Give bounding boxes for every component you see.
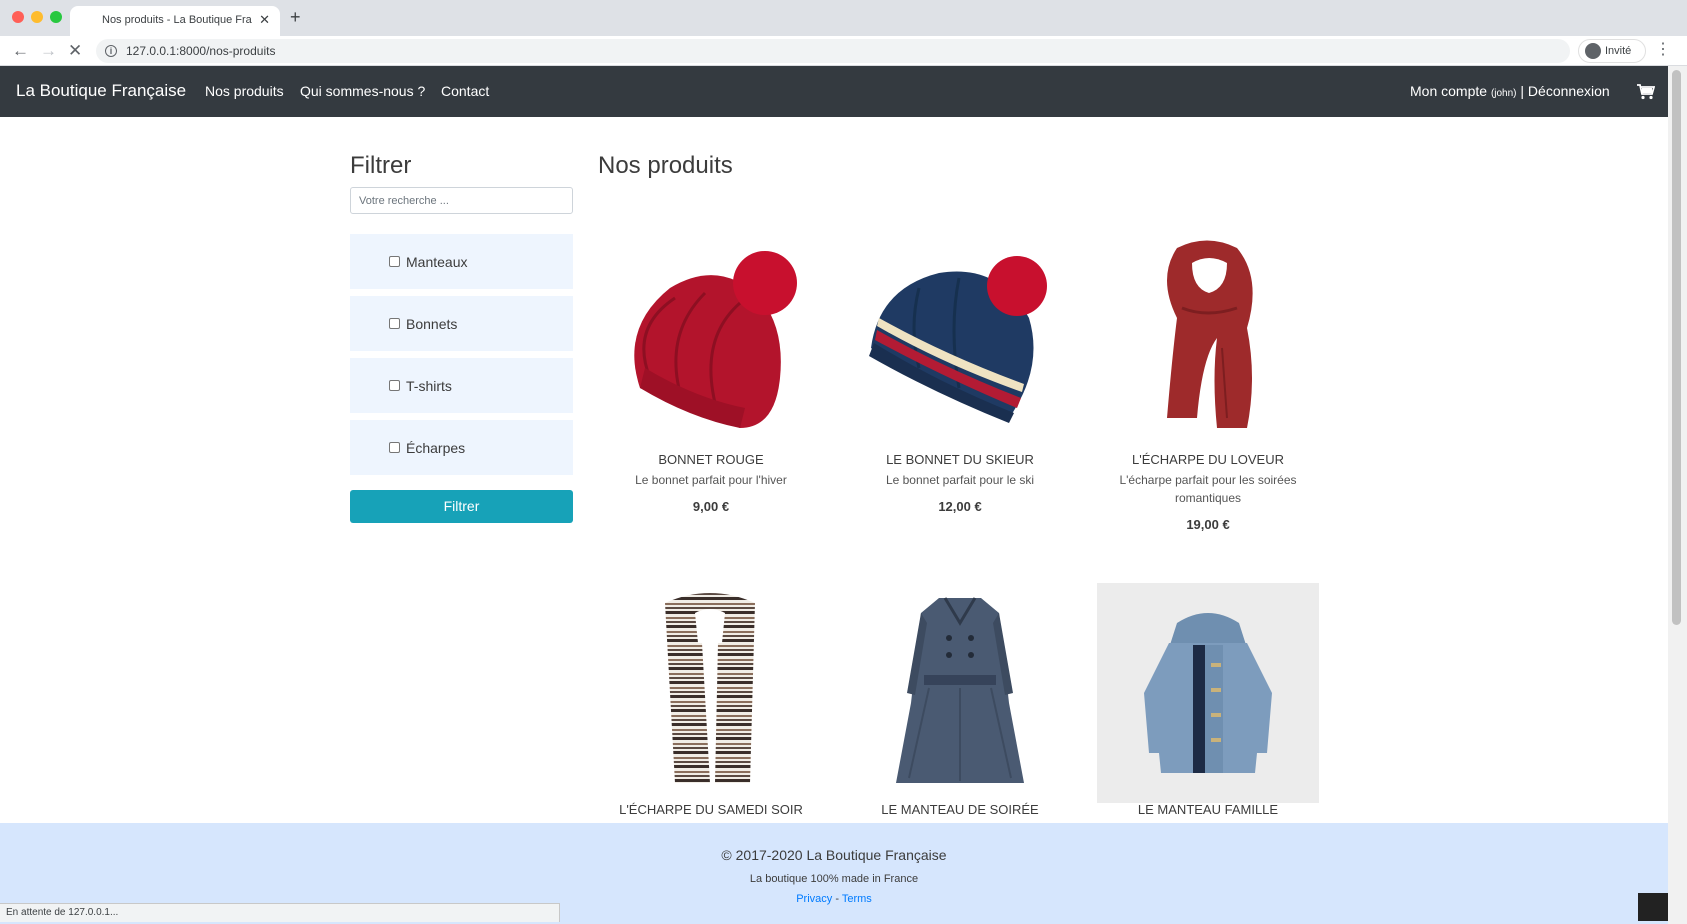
- nav-link-contact[interactable]: Contact: [441, 83, 489, 99]
- site-brand[interactable]: La Boutique Française: [16, 81, 186, 101]
- footer-copyright: © 2017-2020 La Boutique Française: [721, 847, 947, 863]
- new-tab-icon[interactable]: +: [290, 7, 301, 28]
- privacy-link[interactable]: Privacy: [796, 893, 832, 905]
- product-image-striped-scarf[interactable]: [600, 583, 822, 803]
- filter-button[interactable]: Filtrer: [350, 490, 573, 523]
- video-watermark-logo: [1638, 893, 1668, 921]
- account-link[interactable]: Mon compte: [1410, 83, 1487, 99]
- tab-title: Nos produits - La Boutique Fra: [102, 14, 252, 26]
- logout-link[interactable]: | Déconnexion: [1520, 83, 1609, 99]
- product-description: L'écharpe parfait pour les soirées roman…: [1119, 473, 1297, 505]
- page-scrollbar-thumb[interactable]: [1672, 70, 1681, 625]
- category-item-bonnets: Bonnets: [350, 296, 573, 351]
- stop-loading-icon[interactable]: ✕: [68, 41, 82, 61]
- product-name[interactable]: L'ÉCHARPE DU LOVEUR: [1097, 452, 1319, 467]
- category-label[interactable]: T-shirts: [406, 378, 452, 394]
- url-text[interactable]: 127.0.0.1:8000/nos-produits: [126, 44, 275, 58]
- footer-tagline: La boutique 100% made in France: [749, 873, 919, 885]
- product-image-family-coat[interactable]: [1097, 583, 1319, 803]
- close-window-button[interactable]: [12, 11, 24, 23]
- browser-tab-strip: Nos produits - La Boutique Fra ✕ +: [0, 0, 1687, 36]
- profile-avatar-icon: [1585, 43, 1601, 59]
- page-title: Nos produits: [598, 152, 733, 179]
- category-checkbox[interactable]: [389, 380, 400, 391]
- product-image-ski-beanie[interactable]: [849, 218, 1071, 438]
- product-name[interactable]: LE MANTEAU DE SOIRÉE: [849, 802, 1071, 817]
- product-image-red-scarf[interactable]: [1097, 218, 1319, 438]
- profile-label: Invité: [1605, 45, 1632, 57]
- category-label[interactable]: Bonnets: [406, 316, 457, 332]
- category-label[interactable]: Écharpes: [406, 440, 465, 456]
- category-label[interactable]: Manteaux: [406, 254, 467, 270]
- category-item-manteaux: Manteaux: [350, 234, 573, 289]
- terms-link[interactable]: Terms: [842, 893, 872, 905]
- cart-icon[interactable]: [1637, 84, 1655, 100]
- address-bar[interactable]: i 127.0.0.1:8000/nos-produits: [96, 39, 1570, 63]
- site-navbar: La Boutique Française Nos produits Qui s…: [0, 66, 1668, 117]
- back-arrow-icon[interactable]: ←: [12, 41, 29, 61]
- product-price: 19,00 €: [1186, 517, 1230, 532]
- browser-menu-icon[interactable]: ⋮: [1655, 41, 1671, 59]
- product-name[interactable]: L'ÉCHARPE DU SAMEDI SOIR: [600, 802, 822, 817]
- nav-link-about[interactable]: Qui sommes-nous ?: [300, 83, 425, 99]
- nav-link-products[interactable]: Nos produits: [205, 83, 284, 99]
- browser-status-bar: En attente de 127.0.0.1...: [0, 903, 560, 922]
- product-description: Le bonnet parfait pour le ski: [885, 473, 1035, 487]
- profile-button[interactable]: Invité: [1578, 39, 1646, 63]
- product-price: 12,00 €: [938, 499, 982, 514]
- category-checkbox[interactable]: [389, 318, 400, 329]
- product-image-evening-coat[interactable]: [849, 583, 1071, 803]
- account-username: (john): [1490, 88, 1517, 99]
- info-icon[interactable]: i: [105, 45, 117, 57]
- product-name[interactable]: BONNET ROUGE: [600, 452, 822, 467]
- category-item-tshirts: T-shirts: [350, 358, 573, 413]
- category-checkbox[interactable]: [389, 442, 400, 453]
- product-name[interactable]: LE BONNET DU SKIEUR: [849, 452, 1071, 467]
- maximize-window-button[interactable]: [50, 11, 62, 23]
- browser-tab-active[interactable]: Nos produits - La Boutique Fra ✕: [70, 6, 280, 36]
- product-description: Le bonnet parfait pour l'hiver: [635, 473, 787, 487]
- search-input[interactable]: [350, 187, 573, 214]
- minimize-window-button[interactable]: [31, 11, 43, 23]
- footer-link-separator: -: [832, 893, 842, 905]
- category-checkbox[interactable]: [389, 256, 400, 267]
- product-name[interactable]: LE MANTEAU FAMILLE: [1097, 802, 1319, 817]
- filter-heading: Filtrer: [350, 152, 412, 179]
- product-price: 9,00 €: [692, 499, 730, 514]
- browser-toolbar: ← → ✕ i 127.0.0.1:8000/nos-produits Invi…: [0, 36, 1687, 66]
- tab-close-icon[interactable]: ✕: [259, 12, 270, 28]
- product-image-red-beanie[interactable]: [600, 218, 822, 438]
- category-item-echarpes: Écharpes: [350, 420, 573, 475]
- forward-arrow-icon[interactable]: →: [40, 41, 57, 61]
- account-area: Mon compte (john) | Déconnexion: [1410, 83, 1610, 99]
